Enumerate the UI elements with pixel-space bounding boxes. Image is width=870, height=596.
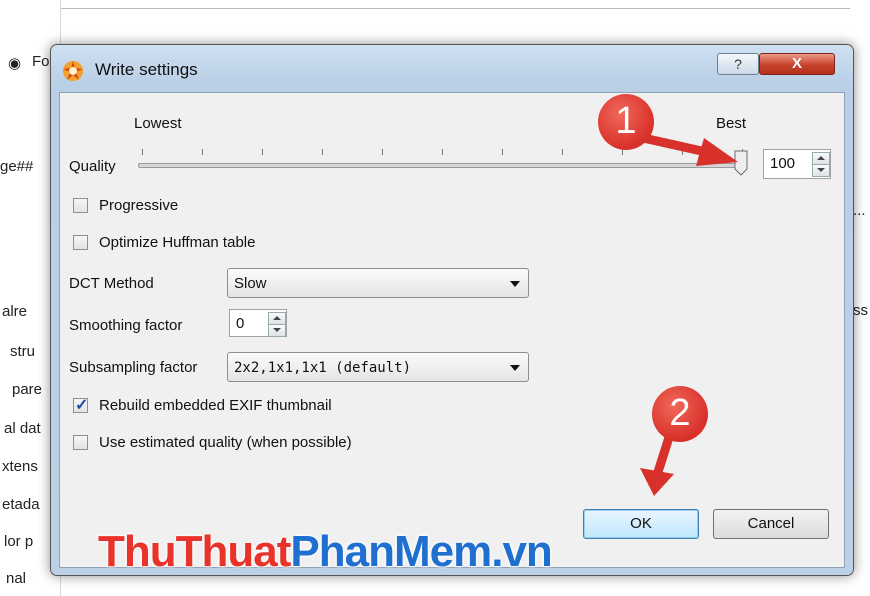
dct-method-value: Slow	[234, 275, 267, 292]
slider-tick	[562, 149, 563, 155]
chevron-down-icon	[510, 365, 520, 371]
background-text: Fo	[32, 53, 50, 70]
dct-method-select[interactable]: Slow	[227, 268, 529, 298]
quality-value: 100	[770, 155, 796, 172]
background-text: alre	[2, 303, 28, 320]
watermark-part-3: .vn	[491, 527, 553, 576]
cancel-button[interactable]: Cancel	[713, 509, 829, 539]
background-text: ge##	[0, 158, 34, 175]
background-radio-icon: ◉	[8, 55, 22, 72]
slider-tick	[202, 149, 203, 155]
smoothing-decrement-button[interactable]	[268, 324, 286, 337]
optimize-huffman-label: Optimize Huffman table	[99, 234, 256, 251]
ok-button[interactable]: OK	[583, 509, 699, 539]
chevron-down-icon	[510, 281, 520, 287]
slider-tick	[142, 149, 143, 155]
annotation-marker-1: 1	[598, 94, 654, 150]
smoothing-factor-value: 0	[236, 315, 245, 332]
slider-tick	[322, 149, 323, 155]
background-text: etada	[2, 496, 40, 513]
dct-method-label: DCT Method	[69, 275, 154, 292]
quality-decrement-button[interactable]	[812, 164, 830, 177]
subsampling-factor-label: Subsampling factor	[69, 359, 198, 376]
watermark-logo: ThuThuatPhanMem.vn	[98, 527, 553, 577]
estimated-quality-checkbox[interactable]	[73, 435, 88, 450]
slider-tick	[502, 149, 503, 155]
slider-tick	[442, 149, 443, 155]
background-divider	[0, 8, 870, 9]
subsampling-factor-select[interactable]: 2x2,1x1,1x1 (default)	[227, 352, 529, 382]
watermark-part-1: ThuThuat	[98, 527, 291, 576]
progressive-checkbox[interactable]	[73, 198, 88, 213]
slider-tick	[262, 149, 263, 155]
smoothing-factor-label: Smoothing factor	[69, 317, 183, 334]
background-text: ...	[853, 202, 866, 219]
estimated-quality-label: Use estimated quality (when possible)	[99, 434, 352, 451]
background-text: pare	[12, 381, 43, 398]
slider-tick	[382, 149, 383, 155]
background-text: ss	[853, 302, 868, 319]
annotation-marker-1-label: 1	[615, 100, 637, 142]
watermark-part-2: PhanMem	[290, 527, 492, 576]
annotation-marker-2-label: 2	[669, 392, 691, 434]
optimize-huffman-checkbox[interactable]	[73, 235, 88, 250]
rebuild-exif-label: Rebuild embedded EXIF thumbnail	[99, 397, 332, 414]
annotation-marker-2: 2	[652, 386, 708, 442]
background-text: nal	[6, 570, 27, 587]
background-text: al dat	[4, 420, 41, 437]
subsampling-factor-value: 2x2,1x1,1x1 (default)	[234, 360, 412, 376]
close-button[interactable]: X	[759, 53, 835, 75]
rebuild-exif-checkbox[interactable]	[73, 395, 88, 415]
background-text: stru	[10, 343, 36, 360]
background-text: lor p	[4, 533, 34, 550]
background-text: xtens	[2, 458, 38, 475]
smoothing-factor-input[interactable]: 0	[229, 309, 287, 337]
quality-value-input[interactable]: 100	[763, 149, 831, 179]
progressive-label: Progressive	[99, 197, 179, 214]
